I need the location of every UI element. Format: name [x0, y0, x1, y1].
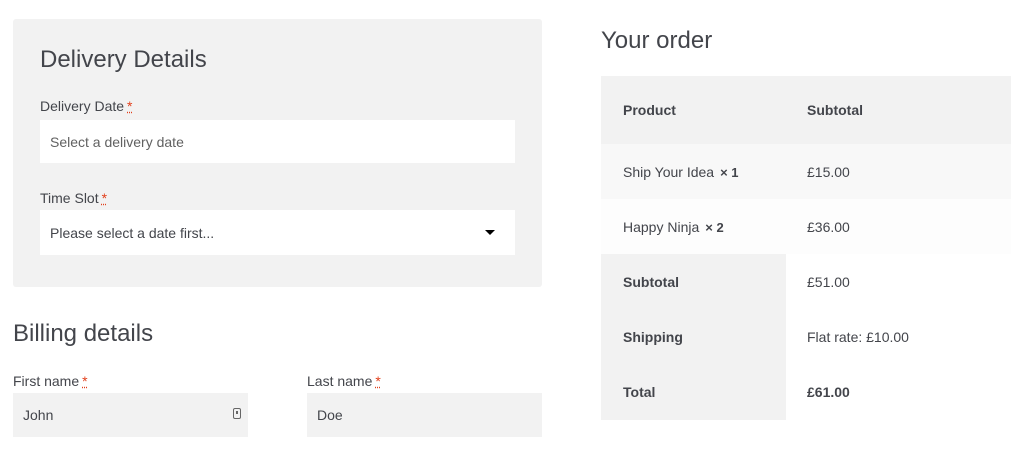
product-name: Happy Ninja: [623, 218, 700, 235]
total-row: Total £61.00: [601, 364, 1011, 419]
delivery-date-label: Delivery Date *: [40, 98, 132, 114]
shipping-row: Shipping Flat rate: £10.00: [601, 309, 1011, 364]
billing-details-heading: Billing details: [13, 320, 154, 347]
product-name: Ship Your Idea: [623, 163, 715, 180]
product-name-cell: Happy Ninja × 2: [623, 219, 724, 235]
table-row: Happy Ninja × 2 £36.00: [601, 199, 1011, 254]
first-name-label-text: First name: [13, 373, 80, 389]
delivery-date-input[interactable]: Select a delivery date: [40, 120, 515, 163]
table-header-row: Product Subtotal: [601, 76, 1011, 144]
product-subtotal: £36.00: [807, 218, 850, 235]
time-slot-value: Please select a date first...: [50, 224, 215, 241]
last-name-label-text: Last name: [307, 373, 373, 389]
required-marker: *: [375, 373, 381, 389]
last-name-label: Last name *: [307, 373, 381, 389]
product-subtotal: £15.00: [807, 163, 850, 180]
first-name-input[interactable]: John: [13, 393, 248, 437]
total-value: £61.00: [807, 383, 850, 400]
subtotal-row: Subtotal £51.00: [601, 254, 1011, 309]
time-slot-label: Time Slot *: [40, 190, 107, 206]
column-header-product: Product: [623, 102, 676, 118]
shipping-label: Shipping: [623, 328, 683, 345]
time-slot-label-text: Time Slot: [40, 190, 99, 206]
subtotal-value: £51.00: [807, 273, 850, 290]
first-name-label: First name *: [13, 373, 88, 389]
required-marker: *: [82, 373, 88, 389]
column-header-subtotal: Subtotal: [807, 102, 863, 118]
required-marker: *: [101, 190, 108, 206]
total-label: Total: [623, 383, 656, 400]
your-order-heading: Your order: [601, 27, 713, 54]
subtotal-label: Subtotal: [623, 273, 679, 290]
product-quantity: × 1: [720, 164, 739, 180]
delivery-date-placeholder: Select a delivery date: [50, 133, 184, 150]
last-name-input[interactable]: Doe: [307, 393, 542, 437]
product-quantity: × 2: [705, 219, 724, 235]
delivery-date-label-text: Delivery Date: [40, 98, 125, 114]
autofill-contact-icon[interactable]: [233, 408, 241, 419]
required-marker: *: [127, 98, 133, 114]
shipping-value: Flat rate: £10.00: [807, 328, 909, 345]
table-row: Ship Your Idea × 1 £15.00: [601, 144, 1011, 199]
delivery-details-panel: Delivery Details Delivery Date * Select a…: [13, 19, 542, 287]
delivery-details-heading: Delivery Details: [40, 46, 207, 73]
chevron-down-icon: [485, 230, 495, 235]
time-slot-select[interactable]: Please select a date first...: [40, 210, 515, 255]
first-name-value: John: [23, 407, 54, 423]
last-name-value: Doe: [317, 407, 343, 423]
product-name-cell: Ship Your Idea × 1: [623, 164, 739, 180]
